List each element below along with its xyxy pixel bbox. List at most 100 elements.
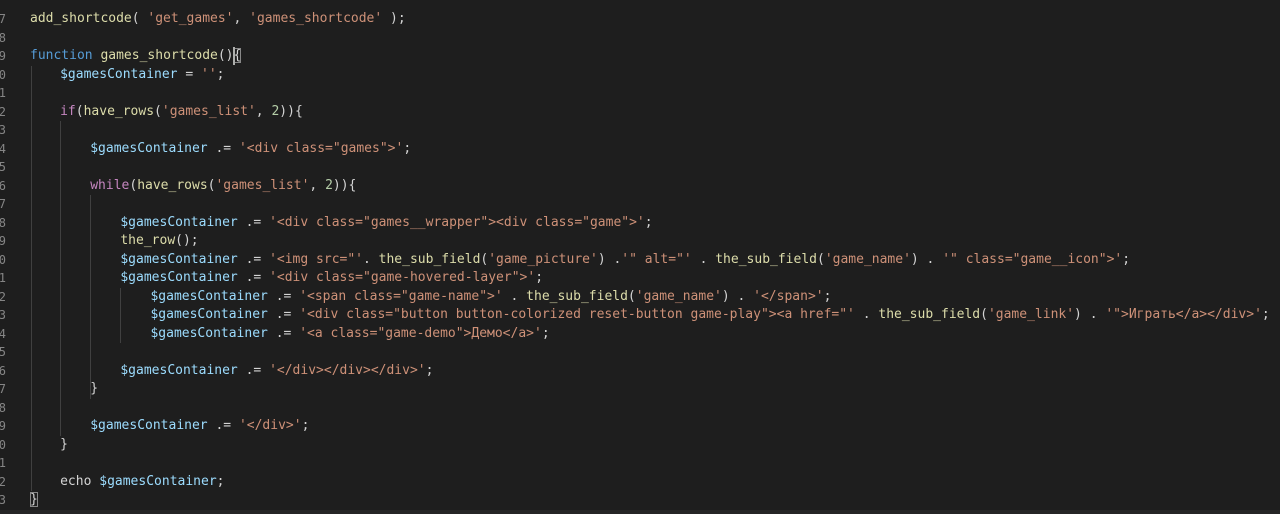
code-token: )) <box>332 177 349 193</box>
code-token: ( <box>75 103 84 119</box>
code-token: '<div class="games">' <box>238 140 404 156</box>
code-token: the_sub_field <box>715 251 817 267</box>
code-token: $gamesContainer <box>120 251 238 267</box>
code-token: 'game_link' <box>987 307 1075 322</box>
code-line[interactable]: while(have_rows('games_list', 2)){ <box>90 177 356 196</box>
code-token: $gamesContainer <box>90 140 208 156</box>
code-token: (); <box>175 233 199 248</box>
code-token: ( <box>980 307 988 322</box>
code-token: '" class="game__icon">' <box>942 251 1123 267</box>
code-token: ; <box>644 214 653 230</box>
code-token: . <box>854 307 879 322</box>
code-token: . <box>691 251 716 267</box>
code-token: () <box>217 48 234 63</box>
code-line[interactable]: $gamesContainer = ''; <box>60 66 224 85</box>
code-token: have_rows <box>137 177 208 193</box>
code-token: '<div class="game-hovered-layer">' <box>269 270 536 285</box>
code-line[interactable]: $gamesContainer .= '<div class="button b… <box>150 306 1269 325</box>
code-token: '' <box>201 66 217 82</box>
code-token: { <box>294 103 303 119</box>
code-token: } <box>30 492 38 507</box>
code-editor[interactable]: 789012345678901234567890123 add_shortcod… <box>0 0 1280 514</box>
code-token: ) . <box>910 251 943 267</box>
code-line[interactable]: $gamesContainer .= '</div></div></div>'; <box>120 362 433 381</box>
code-token: .= <box>267 288 300 304</box>
code-token: '<span class="game-name">' <box>299 288 503 304</box>
code-line[interactable]: $gamesContainer .= '<div class="games">'… <box>90 140 411 159</box>
code-line[interactable]: echo $gamesContainer; <box>60 473 224 492</box>
code-token: 'game_picture' <box>488 251 598 267</box>
code-token: the_row <box>120 233 176 248</box>
code-token: , <box>233 11 250 26</box>
code-token: ; <box>541 325 550 341</box>
code-token: } <box>60 436 68 452</box>
code-token: ) . <box>1074 307 1106 322</box>
code-token: 2 <box>325 177 333 193</box>
code-token: the_sub_field <box>526 288 628 304</box>
code-line[interactable]: $gamesContainer .= '<div class="games__w… <box>120 214 652 233</box>
code-line[interactable]: } <box>90 380 98 399</box>
code-token: '" alt="' <box>621 251 692 267</box>
code-token: ) . <box>721 288 754 304</box>
code-token: '<div class="games__wrapper"><div class=… <box>269 214 645 230</box>
code-line[interactable]: add_shortcode( 'get_games', 'games_short… <box>30 10 406 29</box>
code-token: function <box>30 48 93 63</box>
code-line[interactable]: $gamesContainer .= '<a class="game-demo"… <box>150 325 549 344</box>
code-token: '<a class="game-demo">Демо</a>' <box>299 325 542 341</box>
code-token: ( <box>154 103 162 119</box>
code-token: ; <box>216 66 225 82</box>
indent-guide <box>60 121 61 436</box>
code-line[interactable]: $gamesContainer .= '<div class="game-hov… <box>120 269 543 288</box>
code-token: add_shortcode <box>30 11 132 26</box>
code-token: , <box>255 103 272 119</box>
code-token: 'games_shortcode' <box>249 11 383 26</box>
code-area[interactable]: add_shortcode ( 'get_games', 'games_short… <box>0 0 1280 514</box>
code-token: ; <box>1261 307 1270 322</box>
code-token: ; <box>535 270 544 285</box>
code-token: .= <box>237 214 270 230</box>
code-line[interactable]: the_row(); <box>120 232 198 251</box>
code-token: '<div class="button button-colorized res… <box>299 307 855 322</box>
indent-guide <box>31 65 32 491</box>
code-token: . <box>502 288 527 304</box>
code-token: while <box>90 177 130 193</box>
code-token: $gamesContainer <box>120 270 238 285</box>
code-token: '</span>' <box>753 288 824 304</box>
code-line[interactable]: $gamesContainer .= '<span class="game-na… <box>150 288 831 307</box>
code-token: have_rows <box>83 103 155 119</box>
code-line[interactable]: function games_shortcode(){ <box>30 47 242 66</box>
code-line[interactable]: $gamesContainer .= '<img src="'. the_sub… <box>120 251 1130 270</box>
code-token: )) <box>279 103 295 119</box>
code-token: the_sub_field <box>878 307 981 322</box>
code-token: 'game_name' <box>824 251 911 267</box>
code-line[interactable]: $gamesContainer .= '</div>'; <box>90 417 309 436</box>
code-token: { <box>348 177 357 193</box>
code-token: .= <box>267 325 300 341</box>
code-token: echo <box>60 473 100 489</box>
code-token: ( <box>627 288 636 304</box>
code-token: the_sub_field <box>378 251 481 267</box>
code-token: 'games_list' <box>161 103 256 119</box>
code-line[interactable]: if(have_rows('games_list', 2)){ <box>60 103 303 122</box>
horizontal-scrollbar[interactable] <box>0 510 1280 514</box>
code-line[interactable]: } <box>60 436 68 455</box>
code-token: .= <box>237 251 270 267</box>
indent-guide <box>90 195 91 399</box>
code-token: games_shortcode <box>100 48 218 63</box>
code-token: } <box>90 381 99 396</box>
code-token: . <box>363 251 379 267</box>
code-token: $gamesContainer <box>120 362 238 378</box>
code-token: = <box>177 66 201 82</box>
code-token: ) . <box>597 251 622 267</box>
code-token: ; <box>425 362 434 378</box>
code-line[interactable]: } <box>30 491 38 510</box>
code-token: .= <box>207 140 239 156</box>
code-token: 'game_name' <box>635 288 722 304</box>
code-token: ; <box>216 473 225 489</box>
code-token: $gamesContainer <box>120 214 238 230</box>
code-token: $gamesContainer <box>150 307 268 322</box>
indent-guide <box>120 287 121 343</box>
code-token: .= <box>267 307 300 322</box>
code-token: '">Играть</a></div>' <box>1105 307 1262 322</box>
code-token: 'get_games' <box>147 11 234 26</box>
